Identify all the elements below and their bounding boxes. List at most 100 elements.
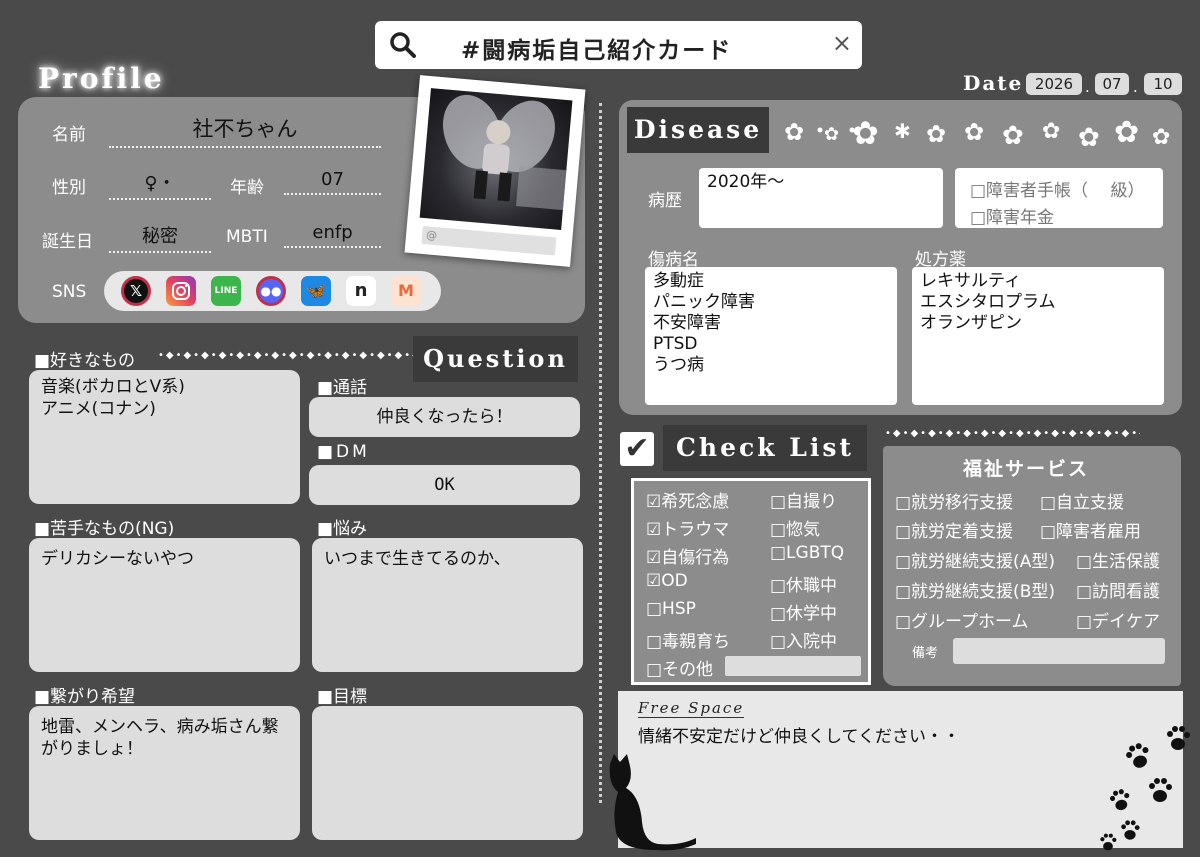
column-divider xyxy=(599,103,602,803)
gender-value[interactable]: ♀・ xyxy=(109,169,211,200)
disease-heading: Disease xyxy=(627,107,769,153)
svg-text:✿: ✿ xyxy=(1078,123,1100,150)
dislikes-box[interactable]: デリカシーないやつ xyxy=(29,538,300,672)
check-item[interactable]: □毒親育ち xyxy=(646,627,730,652)
name-value[interactable]: 社不ちゃん xyxy=(109,113,381,148)
date-sep-1: . xyxy=(1085,78,1090,96)
check-item[interactable]: □その他 xyxy=(646,655,713,680)
svg-text:✱: ✱ xyxy=(894,119,911,143)
check-item[interactable]: □LGBTQ xyxy=(770,543,844,563)
check-item[interactable]: □入院中 xyxy=(770,627,837,652)
profile-photo xyxy=(419,88,573,230)
welfare-heading: 福祉サービス xyxy=(963,458,1090,480)
svg-text:✿: ✿ xyxy=(1042,119,1060,144)
check-item[interactable]: ☑OD xyxy=(646,571,688,591)
svg-text:✿: ✿ xyxy=(1152,125,1170,150)
checklist-heading: Check List xyxy=(663,425,867,471)
date-day: 10 xyxy=(1144,73,1182,95)
age-label: 年齢 xyxy=(230,178,264,198)
dotted-divider: •◆•◆•◆•◆•◆•◆•◆•◆•◆•◆•◆•◆•◆•◆•◆•◆•◆•◆•◆•◆… xyxy=(885,428,1140,439)
welfare-item[interactable]: □生活保護 xyxy=(1076,547,1160,572)
mbti-value[interactable]: enfp xyxy=(284,222,381,248)
dm-value[interactable]: OK xyxy=(309,465,580,505)
dm-label: ■DM xyxy=(317,442,370,462)
free-space-heading: Free Space xyxy=(638,699,745,718)
check-item[interactable]: □HSP xyxy=(646,599,696,619)
check-item[interactable]: ☑希死念慮 xyxy=(646,487,729,512)
card-title: #闘病垢自己紹介カード xyxy=(461,38,733,64)
paw-prints-icon xyxy=(1100,726,1190,851)
name-label: 名前 xyxy=(52,125,86,145)
history-label: 病歴 xyxy=(648,191,682,211)
note-icon[interactable]: n xyxy=(346,276,376,306)
call-label: ■通話 xyxy=(317,378,368,398)
x-icon[interactable]: 𝕏 xyxy=(121,276,151,306)
meds-value[interactable]: レキサルティ エスシタロプラム オランザピン xyxy=(912,267,1164,405)
svg-text:✿: ✿ xyxy=(1002,121,1024,150)
flower-decoration-icon: ✿ ✿ ✿ ✱ ✿ ✿ ✿ ✿ ✿ ✿ ✿ xyxy=(784,114,1170,150)
welfare-item[interactable]: □就労継続支援(A型) xyxy=(895,547,1055,572)
svg-text:✿: ✿ xyxy=(964,118,984,146)
svg-text:✿: ✿ xyxy=(852,114,879,150)
bluesky-icon[interactable]: 🦋 xyxy=(301,276,331,306)
gender-label: 性別 xyxy=(52,178,86,198)
memo-label: 備考 xyxy=(912,646,939,661)
close-icon[interactable]: × xyxy=(832,29,852,57)
instagram-icon[interactable] xyxy=(166,276,196,306)
check-item[interactable]: □休学中 xyxy=(770,599,837,624)
welfare-item[interactable]: □障害者雇用 xyxy=(1040,517,1141,542)
line-icon[interactable]: LINE xyxy=(211,276,241,306)
cat-icon xyxy=(609,754,696,851)
date-year: 2026 xyxy=(1026,73,1082,95)
cert-pension[interactable]: □障害年金 xyxy=(970,203,1054,228)
date-month: 07 xyxy=(1095,73,1129,95)
welfare-item[interactable]: □訪問看護 xyxy=(1076,577,1160,602)
welfare-item[interactable]: □デイケア xyxy=(1076,607,1160,632)
check-item[interactable]: ☑トラウマ xyxy=(646,515,729,540)
check-item[interactable]: □自撮り xyxy=(770,487,837,512)
check-item[interactable]: □惚気 xyxy=(770,515,820,540)
goal-label: ■目標 xyxy=(317,687,368,707)
misskey-icon[interactable]: M xyxy=(391,276,421,306)
worry-box[interactable]: いつまで生きてるのか、 xyxy=(312,538,583,672)
profile-heading: Profile xyxy=(38,62,165,95)
welfare-item[interactable]: □自立支援 xyxy=(1040,488,1124,513)
profile-photo-frame: @ xyxy=(404,75,586,267)
checkmark-icon: ✔ xyxy=(620,432,654,466)
dislikes-label: ■苦手なもの(NG) xyxy=(34,519,175,539)
svg-text:✿: ✿ xyxy=(926,120,946,148)
connect-label: ■繋がり希望 xyxy=(34,687,136,707)
cert-handbook[interactable]: □障害者手帳（ 級） xyxy=(970,176,1144,201)
svg-text:✿: ✿ xyxy=(824,124,839,145)
welfare-item[interactable]: □就労移行支援 xyxy=(895,488,1013,513)
worry-label: ■悩み xyxy=(317,519,368,539)
memo-input[interactable] xyxy=(953,638,1165,664)
diagnosis-value[interactable]: 多動症 パニック障害 不安障害 PTSD うつ病 xyxy=(645,267,897,405)
history-value[interactable]: 2020年～ xyxy=(699,168,943,228)
likes-box[interactable]: 音楽(ボカロとV系) アニメ(コナン) xyxy=(29,370,300,504)
search-bar[interactable]: #闘病垢自己紹介カード × xyxy=(375,21,862,69)
dotted-divider: •◆•◆•◆•◆•◆•◆•◆•◆•◆•◆•◆•◆•◆•◆•◆•◆•◆•◆•◆•◆… xyxy=(158,350,413,361)
other-input[interactable] xyxy=(725,656,861,676)
free-space-text[interactable]: 情緒不安定だけど仲良くしてください・・ xyxy=(638,722,960,747)
birthday-value[interactable]: 秘密 xyxy=(109,222,211,253)
date-sep-2: . xyxy=(1133,78,1138,96)
call-value[interactable]: 仲良くなったら！ xyxy=(309,397,580,437)
welfare-item[interactable]: □グループホーム xyxy=(895,607,1029,632)
sns-bar: 𝕏 LINE ●● 🦋 n M xyxy=(104,271,441,311)
goal-box[interactable] xyxy=(312,706,583,840)
svg-text:✿: ✿ xyxy=(784,118,804,146)
question-heading: Question xyxy=(413,336,578,382)
svg-text:✿: ✿ xyxy=(1114,115,1139,150)
check-item[interactable]: □休職中 xyxy=(770,571,837,596)
age-value[interactable]: 07 xyxy=(284,169,381,195)
welfare-item[interactable]: □就労定着支援 xyxy=(895,517,1013,542)
discord-icon[interactable]: ●● xyxy=(256,276,286,306)
date-row: Date xyxy=(963,71,1023,95)
welfare-item[interactable]: □就労継続支援(B型) xyxy=(895,577,1055,602)
search-icon xyxy=(390,32,416,58)
check-item[interactable]: ☑自傷行為 xyxy=(646,543,729,568)
connect-box[interactable]: 地雷、メンヘラ、病み垢さん繋がりましょ！ xyxy=(29,706,300,840)
sns-label: SNS xyxy=(52,282,87,302)
mbti-label: MBTI xyxy=(226,227,268,247)
